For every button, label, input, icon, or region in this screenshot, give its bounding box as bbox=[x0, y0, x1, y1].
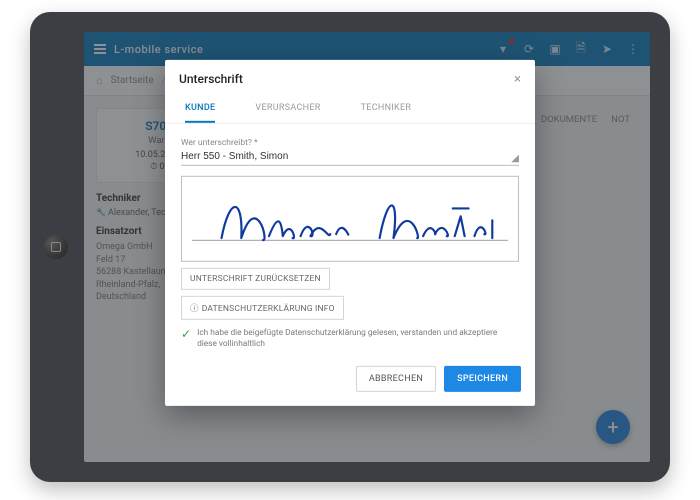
device-home-button[interactable] bbox=[44, 235, 68, 259]
tab-customer[interactable]: KUNDE bbox=[185, 95, 215, 123]
signature-dialog: Unterschrift × KUNDE VERURSACHER TECHNIK… bbox=[165, 60, 535, 406]
tablet-device-frame: L-mobile service ▾ ⟳ ▣ 🗎 ➤ ⋮ ⌂ Startseit… bbox=[30, 12, 670, 482]
reset-signature-button[interactable]: UNTERSCHRIFT ZURÜCKSETZEN bbox=[181, 268, 330, 290]
cancel-button[interactable]: ABBRECHEN bbox=[356, 366, 436, 392]
tab-causer[interactable]: VERURSACHER bbox=[255, 95, 320, 123]
signer-input[interactable] bbox=[181, 148, 519, 166]
signer-label: Wer unterschreibt? * bbox=[181, 138, 519, 148]
resize-handle-icon[interactable]: ◢ bbox=[511, 153, 519, 164]
save-button[interactable]: SPEICHERN bbox=[444, 366, 521, 392]
close-icon[interactable]: × bbox=[514, 72, 521, 87]
dialog-tabs: KUNDE VERURSACHER TECHNIKER bbox=[165, 95, 535, 124]
checkmark-icon: ✓ bbox=[181, 328, 191, 340]
tab-technician[interactable]: TECHNIKER bbox=[361, 95, 412, 123]
dialog-title: Unterschrift bbox=[179, 72, 243, 86]
privacy-info-button[interactable]: ⓘDATENSCHUTZERKLÄRUNG INFO bbox=[181, 296, 344, 320]
signature-stroke bbox=[182, 177, 518, 262]
consent-text: Ich habe die beigefügte Datenschutzerklä… bbox=[197, 328, 519, 350]
consent-row[interactable]: ✓ Ich habe die beigefügte Datenschutzerk… bbox=[181, 328, 519, 350]
info-icon: ⓘ bbox=[190, 304, 199, 314]
signature-canvas[interactable] bbox=[181, 176, 519, 262]
